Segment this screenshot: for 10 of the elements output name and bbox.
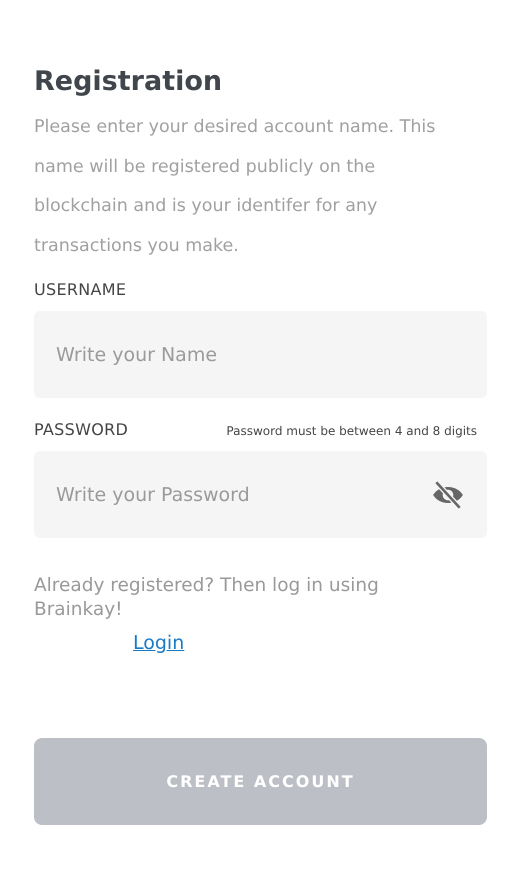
login-prompt: Already registered? Then log in using Brainkay! [34, 574, 380, 622]
password-hint: Password must be between 4 and 8 digits [226, 424, 477, 438]
eye-slash-icon[interactable] [431, 478, 465, 512]
field-label: USERNAME [34, 280, 128, 299]
page-title: Registration [34, 66, 224, 98]
intro-text: Please enter your desired account name. This name will be registered publicly on the blockchain and is your identifer for any transactions you make. [34, 116, 436, 258]
field-label: PASSWORD [34, 420, 128, 439]
login-link[interactable]: Login [133, 632, 184, 654]
username-field[interactable]: Write your Name [34, 311, 487, 398]
password-field[interactable]: Write your Password [34, 451, 487, 538]
